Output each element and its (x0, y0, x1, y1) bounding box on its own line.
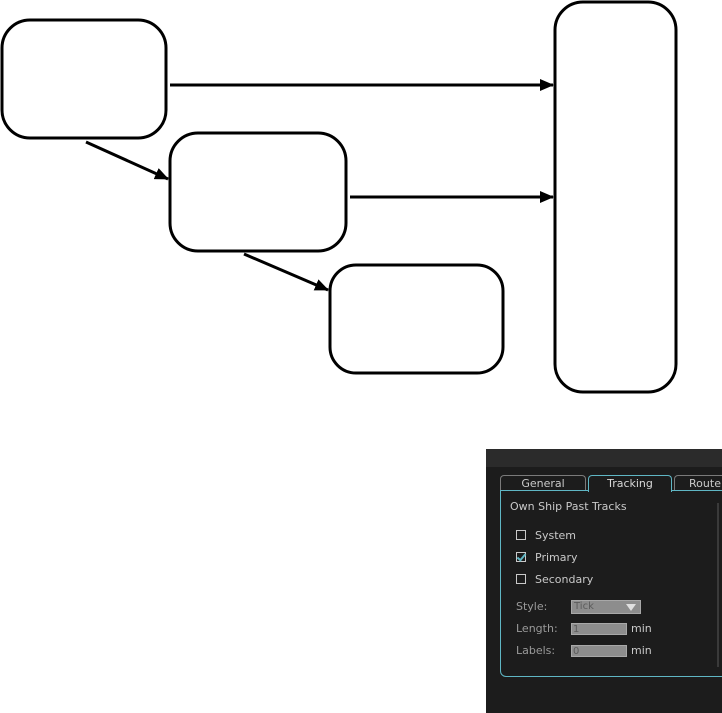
arrow-b-to-c (243, 252, 329, 292)
checkbox-secondary-label: Secondary (535, 572, 594, 586)
box-tall (553, 0, 678, 394)
tab-route[interactable]: Route (674, 475, 722, 491)
style-label: Style: (516, 600, 548, 613)
tab-general[interactable]: General (500, 475, 586, 491)
length-label: Length: (516, 622, 558, 635)
labels-label: Labels: (516, 644, 556, 657)
checkbox-secondary-row[interactable]: Secondary (516, 572, 593, 586)
scrollbar[interactable] (717, 503, 719, 667)
checkbox-primary-row[interactable]: Primary (516, 550, 578, 564)
checkbox-secondary[interactable] (516, 574, 526, 584)
style-select-value: Tick (574, 601, 594, 612)
arrow-a-to-b (85, 140, 169, 181)
checkbox-system[interactable] (516, 530, 526, 540)
box-b (168, 131, 348, 253)
chevron-down-icon (626, 604, 636, 611)
length-unit: min (631, 622, 652, 635)
labels-unit: min (631, 644, 652, 657)
length-input[interactable]: 1 (571, 623, 627, 635)
section-title: Own Ship Past Tracks (510, 500, 627, 513)
panel-title-bar (486, 449, 722, 467)
checkbox-primary-label: Primary (535, 550, 578, 564)
box-c (328, 263, 505, 375)
checkbox-system-row[interactable]: System (516, 528, 576, 542)
checkbox-primary[interactable] (516, 552, 526, 562)
style-select[interactable]: Tick (571, 600, 641, 614)
tab-tracking[interactable]: Tracking (588, 475, 672, 492)
labels-input[interactable]: 0 (571, 645, 627, 657)
box-a (0, 18, 168, 140)
past-tracks-settings-panel: General Route Tracking Own Ship Past Tra… (486, 449, 722, 713)
flow-diagram (0, 0, 678, 394)
checkbox-system-label: System (535, 528, 577, 542)
